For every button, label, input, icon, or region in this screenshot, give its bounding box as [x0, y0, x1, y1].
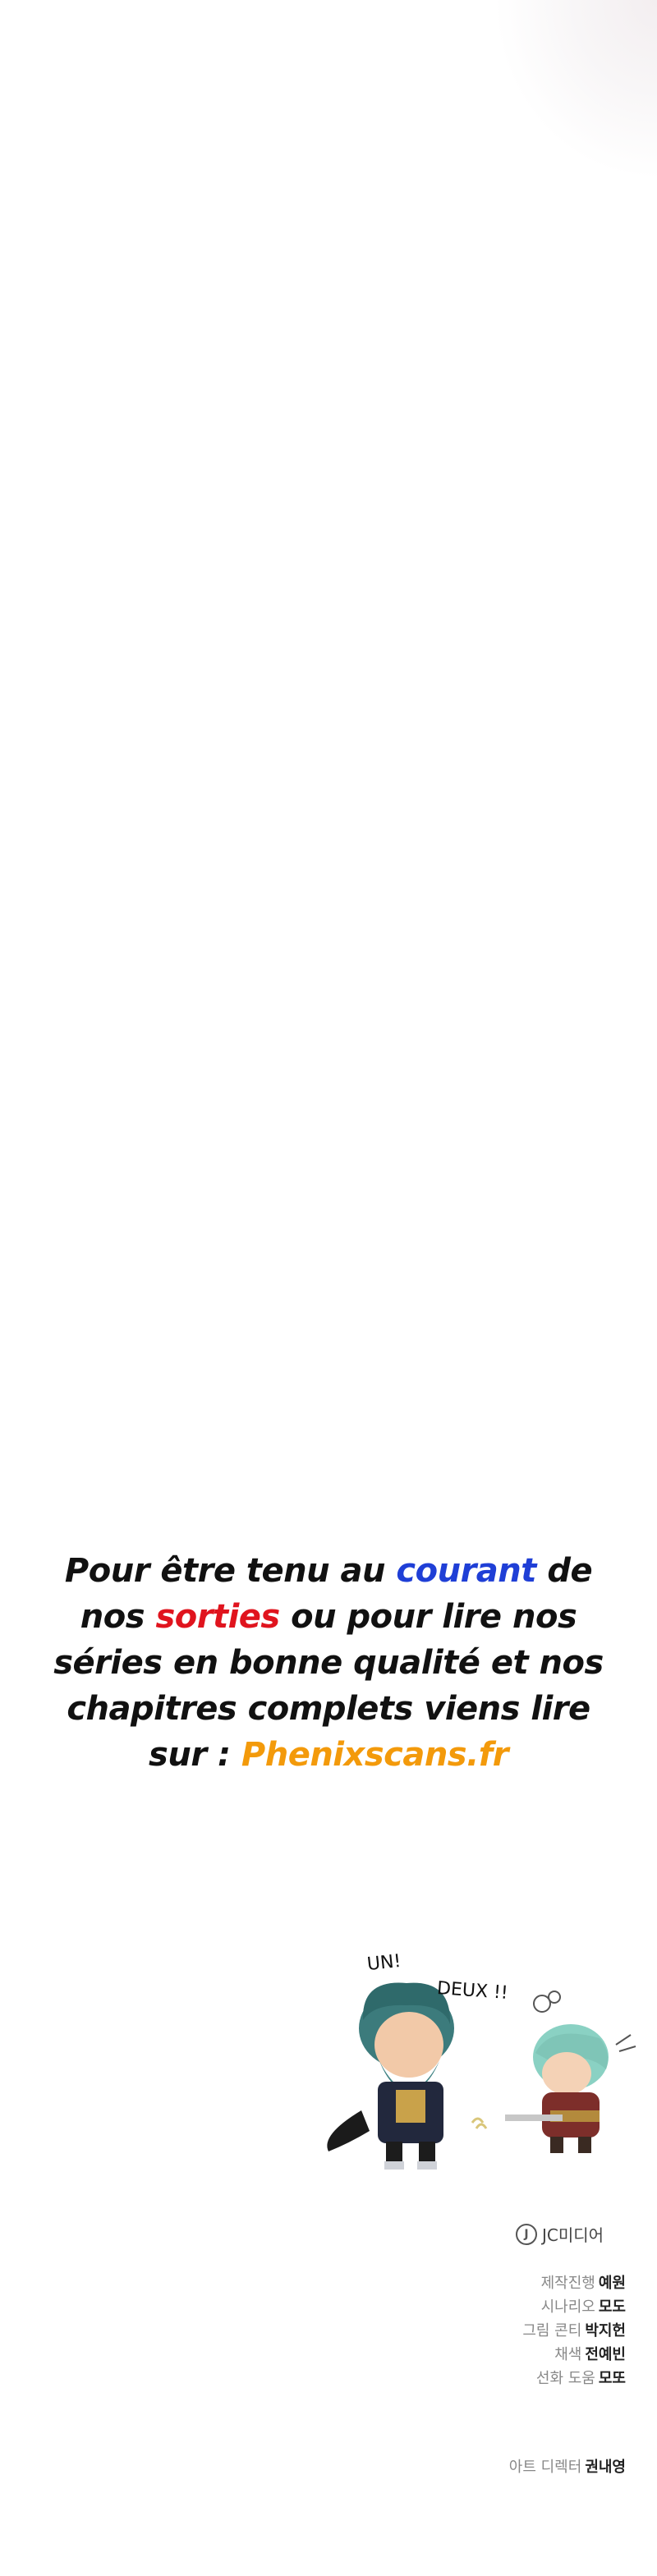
art-director-role: 아트 디렉터 — [508, 2459, 582, 2476]
promo-highlight-sorties: sorties — [155, 1598, 280, 1636]
credit-name: 예원 — [598, 2275, 626, 2292]
credit-row: 제작진행 예원 — [522, 2271, 626, 2295]
credit-role: 선화 도움 — [535, 2370, 595, 2387]
bearded-character — [327, 1982, 454, 2170]
credit-row: 시나리오 모도 — [522, 2295, 626, 2319]
sfx-un-text: UN! — [365, 1950, 402, 1976]
credit-name: 박지헌 — [585, 2322, 626, 2340]
promo-text-part1: Pour être tenu au — [64, 1552, 397, 1590]
publisher-name: JC미디어 — [542, 2225, 604, 2245]
credit-row: 채색 전예빈 — [522, 2343, 626, 2367]
credit-row: 그림 콘티 박지헌 — [522, 2319, 626, 2343]
credit-role: 제작진행 — [540, 2275, 595, 2292]
art-director-name: 권내영 — [585, 2459, 626, 2476]
credit-row: 선화 도움 모또 — [522, 2367, 626, 2390]
credit-role: 채색 — [554, 2346, 582, 2363]
promo-text: Pour être tenu au courant de nos sorties… — [33, 1548, 624, 1778]
art-director-credit: 아트 디렉터 권내영 — [509, 2455, 626, 2477]
credit-role: 그림 콘티 — [522, 2322, 582, 2340]
credit-name: 전예빈 — [585, 2346, 626, 2363]
child-character — [505, 1991, 636, 2153]
publisher-logo-icon: J — [516, 2223, 537, 2245]
credits-list: 제작진행 예원 시나리오 모도 그림 콘티 박지헌 채색 전예빈 선화 도움 모또 — [522, 2271, 626, 2390]
publisher: J JC미디어 — [516, 2222, 604, 2246]
promo-highlight-courant: courant — [396, 1552, 536, 1590]
credit-name: 모또 — [598, 2370, 626, 2387]
credit-role: 시나리오 — [540, 2298, 595, 2316]
corner-background-tint — [493, 0, 657, 181]
promo-site-link[interactable]: Phenixscans.fr — [241, 1736, 509, 1774]
credit-name: 모도 — [598, 2298, 626, 2316]
